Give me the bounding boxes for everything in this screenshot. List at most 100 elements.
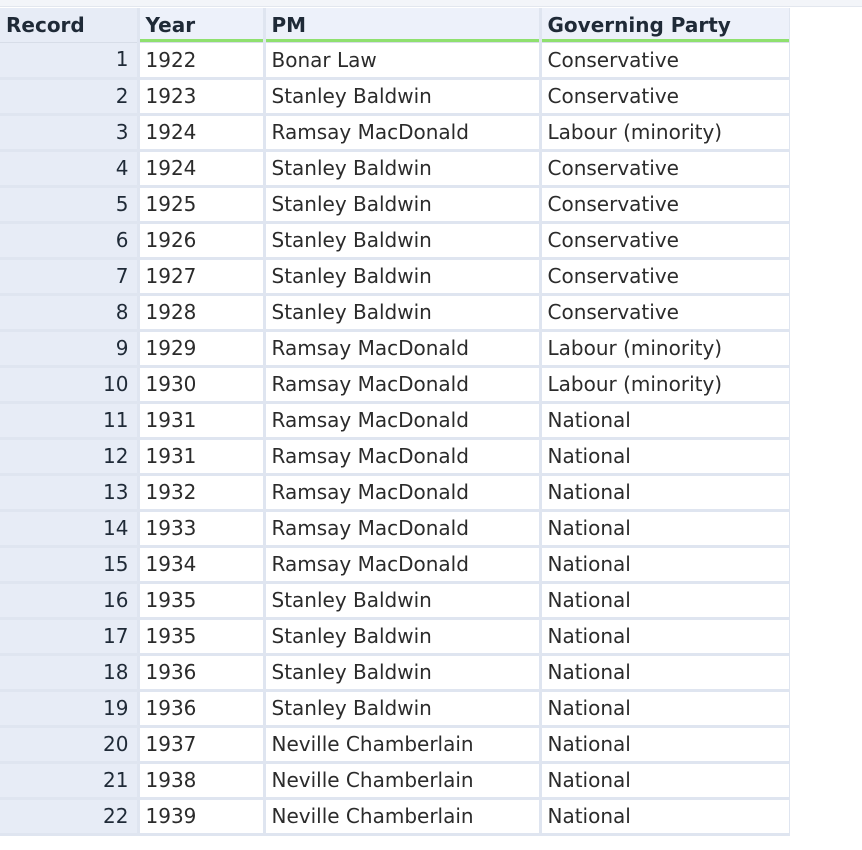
governing-party-cell[interactable]: National xyxy=(540,510,790,548)
pm-cell[interactable]: Ramsay MacDonald xyxy=(264,114,542,152)
record-cell[interactable]: 11 xyxy=(0,402,140,440)
pm-cell[interactable]: Neville Chamberlain xyxy=(264,762,542,800)
governing-party-cell[interactable]: National xyxy=(540,474,790,512)
table-row[interactable]: 10 1930 Ramsay MacDonald Labour (minority) xyxy=(0,366,790,404)
column-header-record[interactable]: Record xyxy=(0,8,140,43)
governing-party-cell[interactable]: Conservative xyxy=(540,42,790,80)
pm-cell[interactable]: Stanley Baldwin xyxy=(264,150,542,188)
record-cell[interactable]: 19 xyxy=(0,690,140,728)
record-cell[interactable]: 15 xyxy=(0,546,140,584)
record-cell[interactable]: 16 xyxy=(0,582,140,620)
year-cell[interactable]: 1939 xyxy=(138,798,266,836)
year-cell[interactable]: 1922 xyxy=(138,42,266,80)
governing-party-cell[interactable]: National xyxy=(540,690,790,728)
pm-cell[interactable]: Stanley Baldwin xyxy=(264,654,542,692)
pm-cell[interactable]: Stanley Baldwin xyxy=(264,78,542,116)
table-row[interactable]: 7 1927 Stanley Baldwin Conservative xyxy=(0,258,790,296)
pm-cell[interactable]: Stanley Baldwin xyxy=(264,582,542,620)
governing-party-cell[interactable]: National xyxy=(540,762,790,800)
governing-party-cell[interactable]: National xyxy=(540,438,790,476)
record-cell[interactable]: 1 xyxy=(0,42,140,80)
table-row[interactable]: 17 1935 Stanley Baldwin National xyxy=(0,618,790,656)
table-row[interactable]: 21 1938 Neville Chamberlain National xyxy=(0,762,790,800)
table-row[interactable]: 1 1922 Bonar Law Conservative xyxy=(0,42,790,80)
record-cell[interactable]: 8 xyxy=(0,294,140,332)
year-cell[interactable]: 1923 xyxy=(138,78,266,116)
pm-cell[interactable]: Ramsay MacDonald xyxy=(264,330,542,368)
record-cell[interactable]: 5 xyxy=(0,186,140,224)
table-row[interactable]: 15 1934 Ramsay MacDonald National xyxy=(0,546,790,584)
year-cell[interactable]: 1935 xyxy=(138,582,266,620)
table-row[interactable]: 19 1936 Stanley Baldwin National xyxy=(0,690,790,728)
record-cell[interactable]: 10 xyxy=(0,366,140,404)
pm-cell[interactable]: Ramsay MacDonald xyxy=(264,546,542,584)
record-cell[interactable]: 14 xyxy=(0,510,140,548)
column-header-governing-party[interactable]: Governing Party xyxy=(540,8,790,43)
governing-party-cell[interactable]: National xyxy=(540,618,790,656)
governing-party-cell[interactable]: Conservative xyxy=(540,186,790,224)
table-row[interactable]: 14 1933 Ramsay MacDonald National xyxy=(0,510,790,548)
table-row[interactable]: 3 1924 Ramsay MacDonald Labour (minority) xyxy=(0,114,790,152)
year-cell[interactable]: 1935 xyxy=(138,618,266,656)
year-cell[interactable]: 1932 xyxy=(138,474,266,512)
year-cell[interactable]: 1928 xyxy=(138,294,266,332)
year-cell[interactable]: 1934 xyxy=(138,546,266,584)
pm-cell[interactable]: Stanley Baldwin xyxy=(264,258,542,296)
record-cell[interactable]: 13 xyxy=(0,474,140,512)
pm-cell[interactable]: Ramsay MacDonald xyxy=(264,438,542,476)
governing-party-cell[interactable]: Conservative xyxy=(540,222,790,260)
governing-party-cell[interactable]: Conservative xyxy=(540,294,790,332)
governing-party-cell[interactable]: Conservative xyxy=(540,78,790,116)
year-cell[interactable]: 1924 xyxy=(138,114,266,152)
governing-party-cell[interactable]: National xyxy=(540,546,790,584)
record-cell[interactable]: 21 xyxy=(0,762,140,800)
pm-cell[interactable]: Stanley Baldwin xyxy=(264,186,542,224)
table-row[interactable]: 9 1929 Ramsay MacDonald Labour (minority) xyxy=(0,330,790,368)
table-row[interactable]: 4 1924 Stanley Baldwin Conservative xyxy=(0,150,790,188)
record-cell[interactable]: 20 xyxy=(0,726,140,764)
column-header-year[interactable]: Year xyxy=(138,8,266,43)
pm-cell[interactable]: Ramsay MacDonald xyxy=(264,510,542,548)
governing-party-cell[interactable]: Labour (minority) xyxy=(540,330,790,368)
record-cell[interactable]: 2 xyxy=(0,78,140,116)
pm-cell[interactable]: Stanley Baldwin xyxy=(264,222,542,260)
results-grid[interactable]: Record Year PM Governing Party 1 1922 Bona… xyxy=(0,8,790,850)
table-row[interactable]: 6 1926 Stanley Baldwin Conservative xyxy=(0,222,790,260)
year-cell[interactable]: 1924 xyxy=(138,150,266,188)
governing-party-cell[interactable]: National xyxy=(540,402,790,440)
table-row[interactable]: 2 1923 Stanley Baldwin Conservative xyxy=(0,78,790,116)
table-row[interactable]: 11 1931 Ramsay MacDonald National xyxy=(0,402,790,440)
governing-party-cell[interactable]: National xyxy=(540,726,790,764)
year-cell[interactable]: 1926 xyxy=(138,222,266,260)
pm-cell[interactable]: Neville Chamberlain xyxy=(264,726,542,764)
pm-cell[interactable]: Ramsay MacDonald xyxy=(264,474,542,512)
year-cell[interactable]: 1931 xyxy=(138,402,266,440)
table-row[interactable]: 8 1928 Stanley Baldwin Conservative xyxy=(0,294,790,332)
year-cell[interactable]: 1937 xyxy=(138,726,266,764)
governing-party-cell[interactable]: Labour (minority) xyxy=(540,366,790,404)
record-cell[interactable]: 18 xyxy=(0,654,140,692)
year-cell[interactable]: 1930 xyxy=(138,366,266,404)
year-cell[interactable]: 1936 xyxy=(138,654,266,692)
table-row[interactable]: 22 1939 Neville Chamberlain National xyxy=(0,798,790,836)
year-cell[interactable]: 1933 xyxy=(138,510,266,548)
year-cell[interactable]: 1929 xyxy=(138,330,266,368)
table-row[interactable]: 16 1935 Stanley Baldwin National xyxy=(0,582,790,620)
record-cell[interactable]: 6 xyxy=(0,222,140,260)
pm-cell[interactable]: Ramsay MacDonald xyxy=(264,366,542,404)
table-row[interactable]: 5 1925 Stanley Baldwin Conservative xyxy=(0,186,790,224)
record-cell[interactable]: 17 xyxy=(0,618,140,656)
pm-cell[interactable]: Stanley Baldwin xyxy=(264,618,542,656)
year-cell[interactable]: 1936 xyxy=(138,690,266,728)
record-cell[interactable]: 9 xyxy=(0,330,140,368)
table-row[interactable]: 12 1931 Ramsay MacDonald National xyxy=(0,438,790,476)
governing-party-cell[interactable]: National xyxy=(540,654,790,692)
year-cell[interactable]: 1938 xyxy=(138,762,266,800)
record-cell[interactable]: 7 xyxy=(0,258,140,296)
record-cell[interactable]: 4 xyxy=(0,150,140,188)
pm-cell[interactable]: Stanley Baldwin xyxy=(264,690,542,728)
record-cell[interactable]: 3 xyxy=(0,114,140,152)
year-cell[interactable]: 1927 xyxy=(138,258,266,296)
year-cell[interactable]: 1925 xyxy=(138,186,266,224)
year-cell[interactable]: 1931 xyxy=(138,438,266,476)
